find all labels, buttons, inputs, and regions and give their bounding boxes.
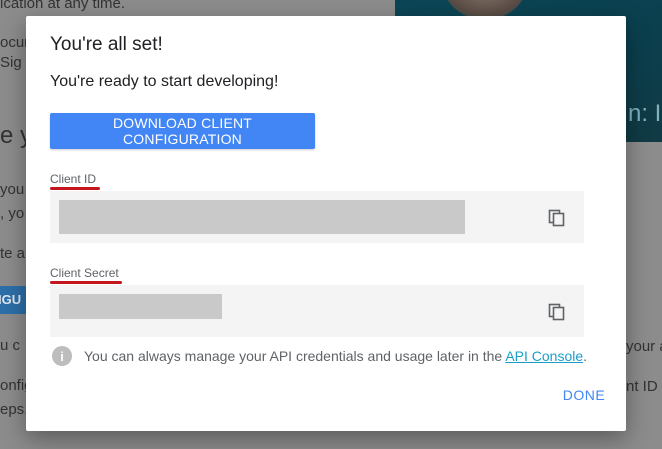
info-text: You can always manage your API credentia… bbox=[84, 348, 587, 364]
bg-text-line: u c bbox=[0, 337, 21, 354]
client-secret-label: Client Secret bbox=[50, 266, 119, 280]
client-secret-field[interactable] bbox=[50, 285, 584, 337]
download-client-configuration-button[interactable]: DOWNLOAD CLIENT CONFIGURATION bbox=[50, 113, 315, 149]
credentials-dialog: You're all set! You're ready to start de… bbox=[26, 16, 626, 431]
bg-text-line: ication at any time. bbox=[0, 0, 126, 12]
bg-text-line: Sig bbox=[0, 54, 22, 71]
copy-icon[interactable] bbox=[548, 209, 566, 227]
info-icon: i bbox=[52, 346, 72, 366]
done-button[interactable]: DONE bbox=[558, 382, 610, 408]
info-text-suffix: . bbox=[583, 348, 588, 364]
info-text-body: You can always manage your API credentia… bbox=[84, 348, 506, 364]
bg-text-line: you bbox=[0, 181, 25, 198]
client-id-label: Client ID bbox=[50, 172, 97, 186]
bg-text-line: eps. bbox=[0, 401, 29, 418]
bg-thumbnail-title: n: In bbox=[628, 100, 662, 127]
client-secret-annotation-underline bbox=[50, 281, 122, 284]
client-id-annotation-underline bbox=[50, 187, 100, 190]
bg-text-line: nt ID bbox=[626, 378, 658, 395]
bg-text-line: your a bbox=[626, 338, 662, 355]
client-id-redacted-value bbox=[59, 200, 465, 234]
copy-icon[interactable] bbox=[548, 303, 566, 321]
bg-text-line: te a bbox=[0, 245, 26, 262]
info-message: i You can always manage your API credent… bbox=[52, 345, 587, 367]
api-console-link[interactable]: API Console bbox=[505, 348, 583, 364]
client-id-field[interactable] bbox=[50, 191, 584, 243]
dialog-title: You're all set! bbox=[50, 34, 163, 55]
dialog-subtitle: You're ready to start developing! bbox=[50, 73, 279, 90]
bg-text-line: , yo bbox=[0, 205, 25, 222]
client-secret-redacted-value bbox=[59, 294, 222, 319]
